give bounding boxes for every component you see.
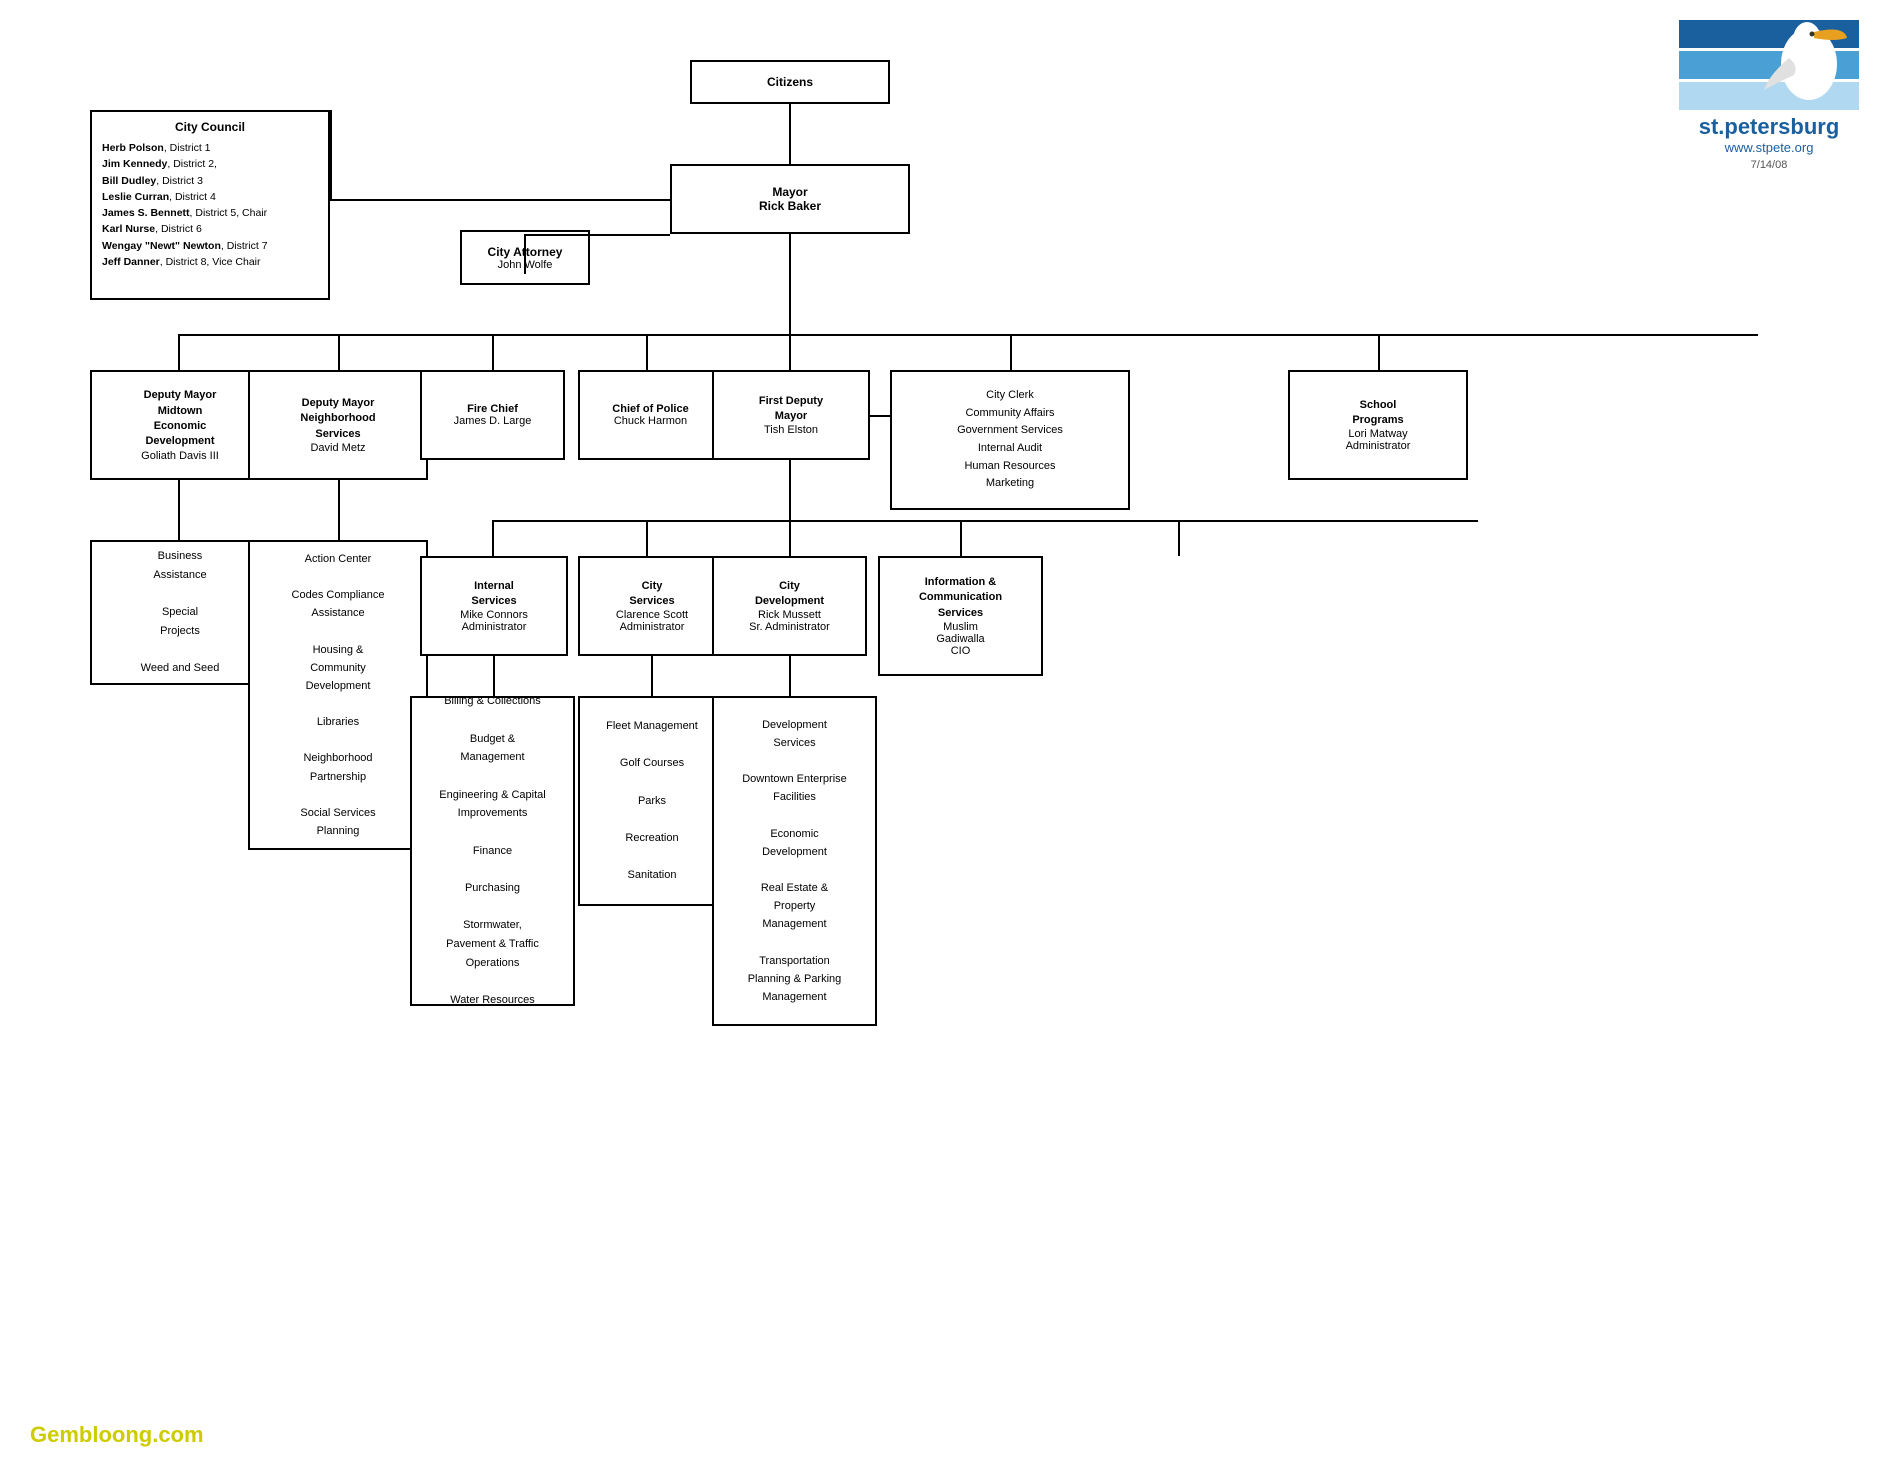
council-member-6: Karl Nurse, District 6 [102,223,202,235]
internal-services-title: InternalServices [471,579,516,610]
council-member-3: Bill Dudley, District 3 [102,175,203,187]
mayor-name: Rick Baker [759,199,821,213]
city-development-list-box: DevelopmentServicesDowntown EnterpriseFa… [712,696,877,1026]
council-member-7: Wengay "Newt" Newton, District 7 [102,240,268,252]
city-development-name: Rick MussettSr. Administrator [749,609,830,633]
chief-police-title: Chief of Police [612,403,688,415]
city-clerk-box: City ClerkCommunity AffairsGovernment Se… [890,370,1130,510]
fire-chief-title: Fire Chief [467,403,518,415]
school-programs-box: SchoolPrograms Lori MatwayAdministrator [1288,370,1468,480]
city-development-list: DevelopmentServicesDowntown EnterpriseFa… [742,716,847,1006]
dep-mayor-midtown-title: Deputy MayorMidtownEconomicDevelopment [144,388,217,450]
info-comm-name: MuslimGadiwallaCIO [936,621,984,657]
city-services-list-box: Fleet ManagementGolf CoursesParksRecreat… [578,696,726,906]
chief-police-box: Chief of Police Chuck Harmon [578,370,723,460]
citizens-label: Citizens [767,75,813,89]
council-member-5: James S. Bennett, District 5, Chair [102,207,267,219]
fire-chief-box: Fire Chief James D. Large [420,370,565,460]
org-chart: Citizens Mayor Rick Baker City Council H… [30,20,1869,1400]
council-member-8: Jeff Danner, District 8, Vice Chair [102,256,261,268]
chief-police-name: Chuck Harmon [614,415,687,427]
council-member-1: Herb Polson, District 1 [102,142,211,154]
action-center-list: Action CenterCodes ComplianceAssistanceH… [292,550,385,840]
city-services-box: CityServices Clarence ScottAdministrator [578,556,726,656]
city-clerk-list: City ClerkCommunity AffairsGovernment Se… [957,387,1063,493]
dep-mayor-neighborhood-box: Deputy MayorNeighborhoodServices David M… [248,370,428,480]
internal-services-list-box: Billing & CollectionsBudget &ManagementE… [410,696,575,1006]
first-dep-mayor-box: First DeputyMayor Tish Elston [712,370,870,460]
citizens-box: Citizens [690,60,890,104]
mayor-box: Mayor Rick Baker [670,164,910,234]
school-programs-name: Lori MatwayAdministrator [1346,428,1411,452]
council-member-4: Leslie Curran, District 4 [102,191,216,203]
internal-services-name: Mike ConnorsAdministrator [460,609,528,633]
city-services-list: Fleet ManagementGolf CoursesParksRecreat… [606,717,698,885]
city-council-title: City Council [102,120,318,134]
first-dep-mayor-title: First DeputyMayor [759,394,823,425]
city-development-title: CityDevelopment [755,579,824,610]
city-development-box: CityDevelopment Rick MussettSr. Administ… [712,556,867,656]
mayor-title: Mayor [772,185,807,199]
dep-mayor-midtown-name: Goliath Davis III [141,450,219,462]
city-services-name: Clarence ScottAdministrator [616,609,688,633]
watermark: Gembloong.com [30,1422,204,1448]
internal-services-list: Billing & CollectionsBudget &ManagementE… [439,692,545,1010]
dep-mayor-neighborhood-title: Deputy MayorNeighborhoodServices [300,396,375,442]
first-dep-mayor-name: Tish Elston [764,424,818,436]
info-comm-title: Information &CommunicationServices [919,575,1002,621]
business-assistance-box: BusinessAssistanceSpecialProjectsWeed an… [90,540,270,685]
internal-services-box: InternalServices Mike ConnorsAdministrat… [420,556,568,656]
fire-chief-name: James D. Large [454,415,532,427]
info-comm-box: Information &CommunicationServices Musli… [878,556,1043,676]
city-services-title: CityServices [629,579,674,610]
dep-mayor-neighborhood-name: David Metz [310,442,365,454]
dep-mayor-midtown-box: Deputy MayorMidtownEconomicDevelopment G… [90,370,270,480]
city-council-box: City Council Herb Polson, District 1 Jim… [90,110,330,300]
business-assistance-list: BusinessAssistanceSpecialProjectsWeed an… [141,547,220,678]
council-member-2: Jim Kennedy, District 2, [102,158,217,170]
action-center-box: Action CenterCodes ComplianceAssistanceH… [248,540,428,850]
school-programs-title: SchoolPrograms [1352,398,1403,429]
page-container: st.petersburg www.stpete.org 7/14/08 Cit… [0,0,1899,1468]
